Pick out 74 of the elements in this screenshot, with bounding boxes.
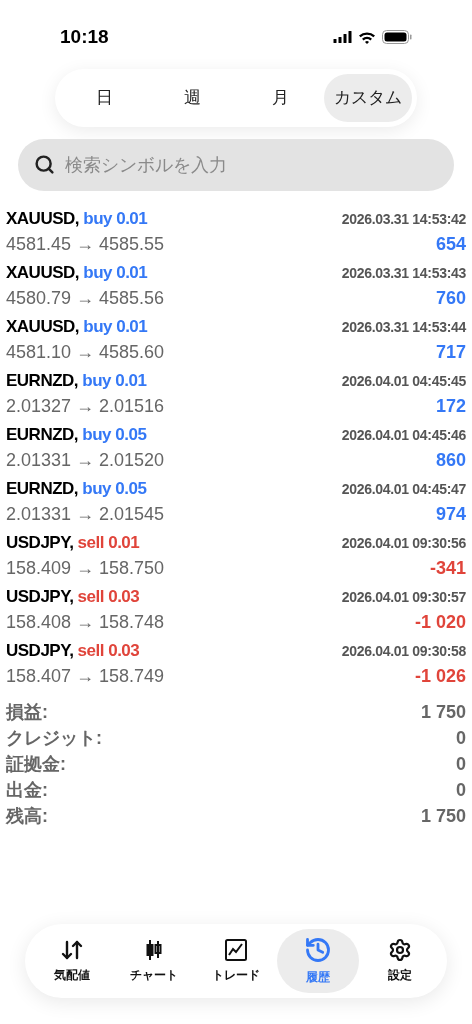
trade-symbol: XAUUSD, — [6, 316, 79, 336]
trade-prices: 2.01327 → 2.01516 — [6, 395, 165, 419]
summary-label: クレジット: — [6, 726, 102, 750]
trade-profit: -341 — [429, 557, 466, 581]
summary-label: 損益: — [6, 700, 48, 724]
trade-time: 2026.04.01 04:45:46 — [341, 425, 466, 445]
trade-profit: 860 — [435, 449, 466, 473]
trade-prices: 158.407 → 158.749 — [6, 665, 165, 689]
arrows-up-down-icon — [60, 938, 84, 962]
trade-time: 2026.04.01 09:30:57 — [341, 587, 466, 607]
period-tab[interactable]: 週 — [148, 74, 236, 122]
trade-order: sell 0.01 — [77, 532, 140, 552]
trade-symbol: XAUUSD, — [6, 208, 79, 228]
trade-time: 2026.03.31 14:53:42 — [341, 209, 466, 229]
nav-tab[interactable]: チャート — [113, 929, 195, 993]
wifi-icon — [358, 30, 376, 44]
trade-profit: 717 — [435, 341, 466, 365]
trade-order: sell 0.03 — [77, 586, 140, 606]
trade-prices: 2.01331 → 2.01520 — [6, 449, 165, 473]
trade-prices: 158.409 → 158.750 — [6, 557, 165, 581]
trade-prices: 4581.10 → 4585.60 — [6, 341, 165, 365]
search-icon — [34, 154, 55, 175]
trade-time: 2026.04.01 04:45:45 — [341, 371, 466, 391]
line-chart-icon — [224, 938, 248, 962]
trade-time: 2026.04.01 04:45:47 — [341, 479, 466, 499]
trade-order: buy 0.05 — [82, 478, 147, 498]
period-tab[interactable]: 月 — [236, 74, 324, 122]
search-field[interactable]: 検索シンボルを入力 — [18, 139, 454, 191]
status-time: 10:18 — [60, 24, 109, 49]
nav-tab[interactable]: 気配値 — [31, 929, 113, 993]
summary-value: 1 750 — [420, 700, 466, 724]
trade-order: buy 0.01 — [82, 370, 147, 390]
summary-label: 証拠金: — [6, 752, 66, 776]
trade-order: sell 0.03 — [77, 640, 140, 660]
trade-prices: 158.408 → 158.748 — [6, 611, 165, 635]
trade-profit: 760 — [435, 287, 466, 311]
trade-symbol: USDJPY, — [6, 532, 74, 552]
trade-symbol: USDJPY, — [6, 586, 74, 606]
trade-order: buy 0.01 — [83, 316, 148, 336]
trade-profit: 172 — [435, 395, 466, 419]
settings-icon — [388, 938, 412, 962]
trade-time: 2026.04.01 09:30:56 — [341, 533, 466, 553]
trade-order: buy 0.01 — [83, 262, 148, 282]
period-tab[interactable]: カスタム — [324, 74, 412, 122]
trade-time: 2026.03.31 14:53:44 — [341, 317, 466, 337]
summary-value: 0 — [456, 778, 466, 802]
trade-profit: 974 — [435, 503, 466, 527]
nav-tab[interactable]: 設定 — [359, 929, 441, 993]
battery-icon — [382, 30, 412, 44]
trade-prices: 4580.79 → 4585.56 — [6, 287, 165, 311]
summary-value: 1 750 — [420, 804, 466, 828]
trade-profit: 654 — [435, 233, 466, 257]
period-tab[interactable]: 日 — [60, 74, 148, 122]
history-icon — [304, 936, 332, 964]
trade-prices: 2.01331 → 2.01545 — [6, 503, 165, 527]
summary-value: 0 — [456, 752, 466, 776]
summary-label: 出金: — [6, 778, 48, 802]
trade-profit: -1 020 — [414, 611, 466, 635]
trade-profit: -1 026 — [414, 665, 466, 689]
summary-label: 残高: — [6, 804, 48, 828]
trade-prices: 4581.45 → 4585.55 — [6, 233, 165, 257]
trade-time: 2026.03.31 14:53:43 — [341, 263, 466, 283]
trade-symbol: XAUUSD, — [6, 262, 79, 282]
trade-symbol: EURNZD, — [6, 424, 79, 444]
trade-order: buy 0.05 — [82, 424, 147, 444]
trade-order: buy 0.01 — [83, 208, 148, 228]
trade-symbol: EURNZD, — [6, 478, 79, 498]
trade-symbol: USDJPY, — [6, 640, 74, 660]
summary-value: 0 — [456, 726, 466, 750]
trade-symbol: EURNZD, — [6, 370, 79, 390]
signal-icon — [333, 31, 352, 43]
nav-tab[interactable]: 履歴 — [277, 929, 359, 993]
nav-tab[interactable]: トレード — [195, 929, 277, 993]
trade-time: 2026.04.01 09:30:58 — [341, 641, 466, 661]
